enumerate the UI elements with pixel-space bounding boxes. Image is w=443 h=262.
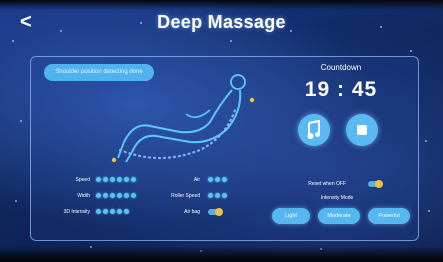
countdown-label: Countdown [320, 63, 362, 72]
stop-button[interactable] [346, 114, 378, 146]
mode-moderate-button[interactable]: Moderate [318, 208, 360, 224]
air-bag-label: Air bag [184, 209, 200, 215]
intensity-3d-level[interactable] [96, 209, 129, 215]
intensity-3d-label: 3D Intensity [63, 209, 90, 215]
width-level[interactable] [96, 193, 136, 199]
screen: < Deep Massage Shoulder position detecti… [0, 0, 443, 262]
heat-when-off-toggle[interactable] [368, 180, 383, 188]
music-button[interactable] [298, 114, 330, 146]
roller-speed-label: Roller Speed [171, 193, 200, 199]
air-label: Air [193, 177, 200, 183]
page-title: Deep Massage [157, 12, 286, 32]
speed-level[interactable] [96, 177, 136, 183]
countdown-time: 19 : 45 [304, 78, 378, 101]
air-bag-toggle[interactable] [208, 208, 223, 216]
mode-light-button[interactable]: Light [272, 208, 310, 224]
lower-marker-dot [111, 157, 117, 163]
roller-speed-level[interactable] [208, 193, 227, 199]
upper-marker-dot [249, 97, 255, 103]
mode-powerful-button[interactable]: Powerful [368, 208, 410, 224]
speed-label: Speed [75, 177, 90, 183]
screen-bezel-top [0, 0, 443, 10]
music-note-icon [307, 119, 320, 139]
stop-icon [357, 125, 367, 135]
intensity-mode-label: Intensity Mode [320, 195, 354, 201]
width-label: Width [77, 193, 90, 199]
air-level[interactable] [208, 177, 227, 183]
screen-bezel-bottom [0, 246, 443, 262]
chair-body-illustration [111, 74, 255, 163]
heat-when-off-label: Reset when OFF [308, 181, 346, 187]
